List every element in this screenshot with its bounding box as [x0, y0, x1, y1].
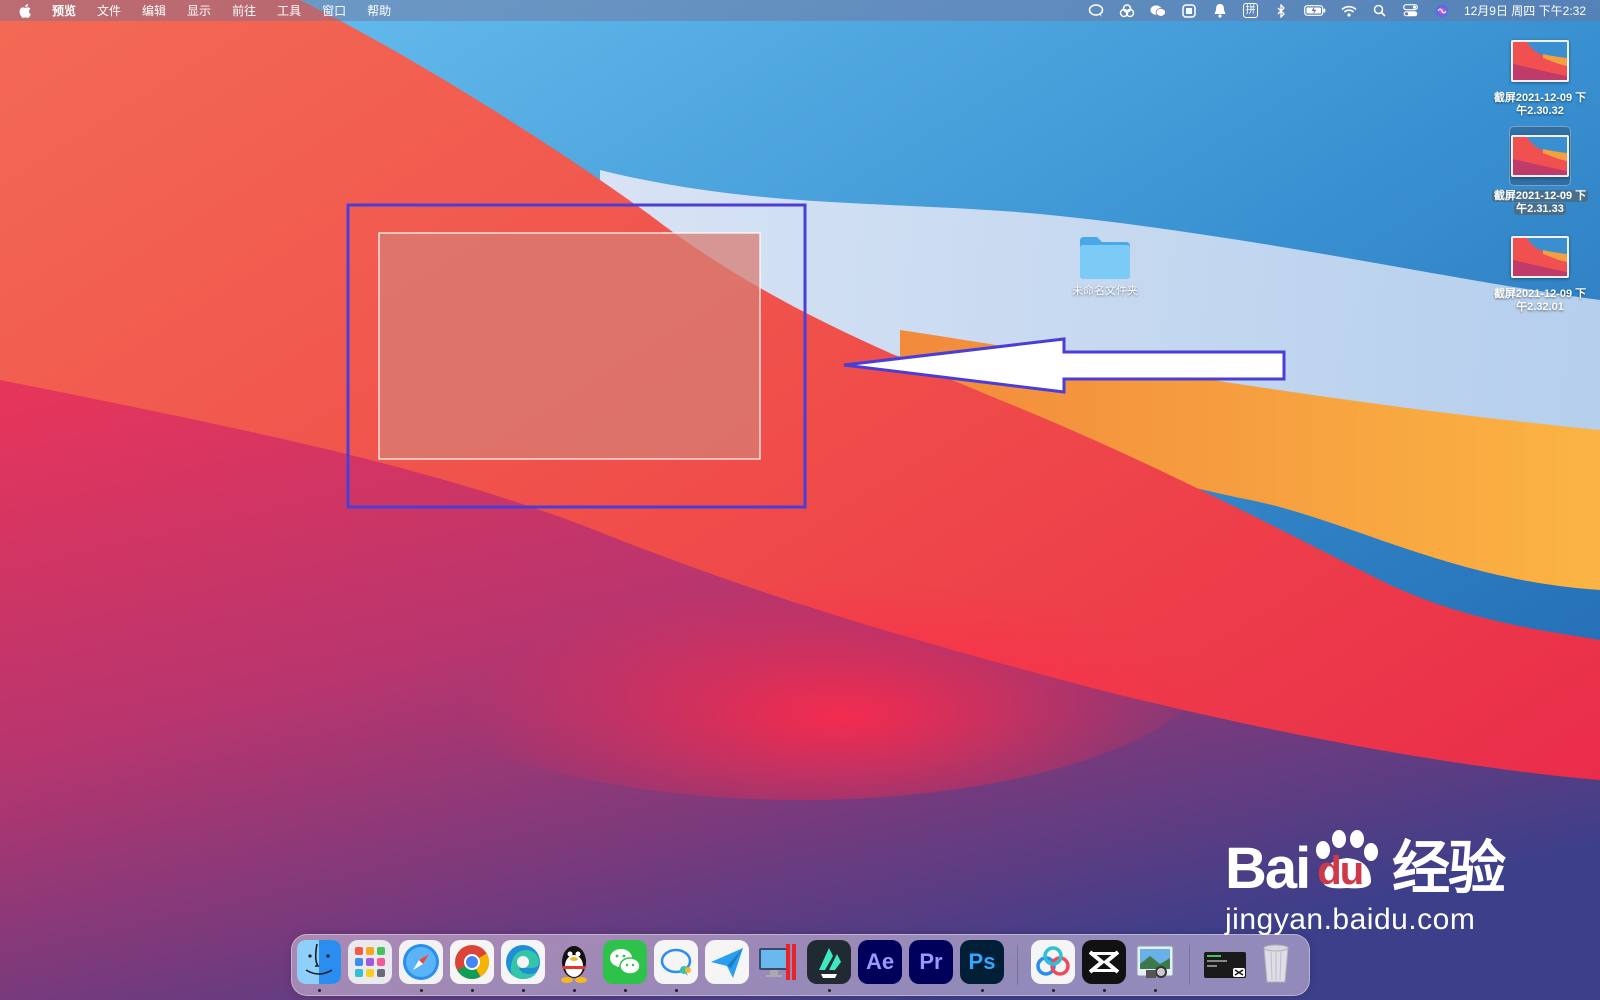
menu-view[interactable]: 显示	[187, 2, 211, 19]
bluetooth-icon[interactable]	[1273, 3, 1289, 19]
wifi-icon[interactable]	[1341, 3, 1357, 19]
qq-icon[interactable]	[552, 940, 596, 984]
dock-separator	[1017, 945, 1018, 985]
premiere-pro-label: Pr	[919, 949, 943, 974]
notification-bell-icon[interactable]	[1212, 3, 1228, 19]
menu-bar: 预览 文件 编辑 显示 前往 工具 窗口 帮助 拼 12月9日 周四 下午2:3…	[0, 0, 1600, 21]
baidu-netdisk-icon[interactable]	[1031, 940, 1075, 984]
running-indicator	[318, 989, 321, 992]
chrome-icon[interactable]	[450, 940, 494, 984]
watermark-url: jingyan.baidu.com	[1225, 903, 1476, 936]
running-indicator	[420, 989, 423, 992]
dock: Ae Pr Ps	[291, 934, 1310, 996]
running-indicator	[1052, 989, 1055, 992]
menu-help[interactable]: 帮助	[367, 2, 391, 19]
apple-icon[interactable]	[18, 3, 32, 18]
wechat-icon[interactable]	[603, 940, 647, 984]
menu-file[interactable]: 文件	[97, 2, 121, 19]
running-indicator	[1154, 989, 1157, 992]
spotlight-search-icon[interactable]	[1372, 3, 1388, 19]
running-indicator	[828, 989, 831, 992]
menu-tools[interactable]: 工具	[277, 2, 301, 19]
baidu-jingyan-watermark: Bai du 经验 jingyan.baidu.com	[1225, 830, 1506, 937]
running-indicator	[624, 989, 627, 992]
siri-icon[interactable]	[1434, 3, 1450, 19]
launchpad-icon[interactable]	[348, 940, 392, 984]
screenshot-selection-area[interactable]	[378, 232, 761, 460]
control-center-icon[interactable]	[1403, 3, 1419, 19]
annotation-arrow	[843, 337, 1286, 394]
menu-go[interactable]: 前往	[232, 2, 256, 19]
photoshop-icon[interactable]: Ps	[960, 940, 1004, 984]
edge-icon[interactable]	[501, 940, 545, 984]
menubar-clock[interactable]: 12月9日 周四 下午2:32	[1464, 2, 1586, 19]
watermark-brand-bai: Bai	[1225, 836, 1311, 901]
preview-icon[interactable]	[1133, 940, 1177, 984]
filmora-icon[interactable]	[807, 940, 851, 984]
chat-bubble-icon[interactable]	[654, 940, 698, 984]
input-method-icon[interactable]: 拼	[1242, 3, 1258, 18]
watermark-brand-jingyan: 经验	[1392, 836, 1506, 901]
running-indicator	[573, 989, 576, 992]
chat-bubble-icon[interactable]	[1088, 3, 1104, 19]
after-effects-label: Ae	[865, 949, 895, 974]
safari-icon[interactable]	[399, 940, 443, 984]
after-effects-icon[interactable]: Ae	[858, 940, 902, 984]
running-indicator	[1103, 989, 1106, 992]
battery-icon[interactable]	[1304, 3, 1326, 19]
premiere-pro-icon[interactable]: Pr	[909, 940, 953, 984]
running-indicator	[981, 989, 984, 992]
finder-icon[interactable]	[297, 940, 341, 984]
capcut-icon[interactable]	[1082, 940, 1126, 984]
dock-separator	[1189, 945, 1190, 985]
watermark-brand-du: du	[1317, 849, 1364, 893]
running-indicator	[471, 989, 474, 992]
running-indicator	[675, 989, 678, 992]
screen-recorder-icon[interactable]	[1203, 940, 1247, 984]
menu-window[interactable]: 窗口	[322, 2, 346, 19]
parallels-icon[interactable]	[756, 940, 800, 984]
baidu-netdisk-icon[interactable]	[1119, 3, 1135, 19]
menu-edit[interactable]: 编辑	[142, 2, 166, 19]
rectangle-icon[interactable]	[1181, 3, 1197, 19]
wechat-icon[interactable]	[1150, 3, 1166, 19]
menu-app-preview[interactable]: 预览	[52, 2, 76, 19]
paper-plane-icon[interactable]	[705, 940, 749, 984]
photoshop-label: Ps	[968, 949, 996, 974]
running-indicator	[522, 989, 525, 992]
trash-icon[interactable]	[1254, 940, 1298, 984]
